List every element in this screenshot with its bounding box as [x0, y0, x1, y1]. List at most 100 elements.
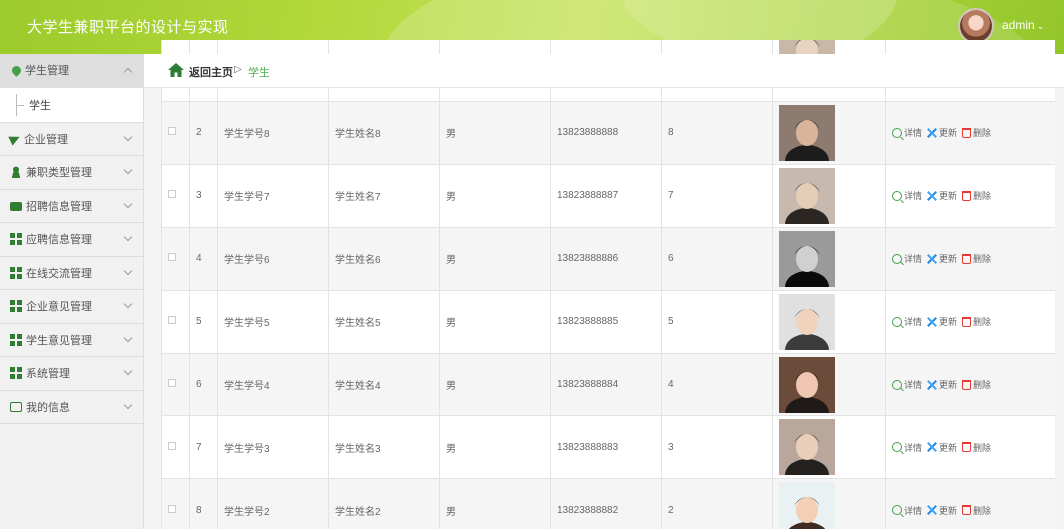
table-row[interactable]: 2 学生学号8 学生姓名8 男 13823888888 8 详情 更新 删除: [161, 101, 1055, 165]
student-photo[interactable]: [779, 419, 835, 476]
sidebar-item-job-type-management[interactable]: 兼职类型管理: [0, 156, 143, 190]
student-extra: 2: [661, 478, 773, 529]
row-checkbox-cell[interactable]: [161, 478, 190, 529]
update-label: 更新: [939, 380, 958, 390]
detail-label: 详情: [904, 505, 923, 516]
table-row[interactable]: 5 学生学号5 学生姓名5 男 13823888885 5 详情 更新 删除: [161, 289, 1055, 354]
student-photo[interactable]: [779, 356, 835, 413]
detail-button[interactable]: 详情: [892, 189, 922, 202]
student-table-container[interactable]: 2 学生学号8 学生姓名8 男 13823888888 8 详情 更新 删除 3 学生学号7…: [161, 40, 1055, 529]
sidebar-item-enterprise-feedback[interactable]: 企业意见管理: [0, 290, 143, 324]
sidebar-item-label: 企业管理: [24, 133, 68, 146]
sidebar-subitem-label: 学生: [29, 99, 51, 112]
update-button[interactable]: 更新: [927, 252, 957, 265]
row-checkbox-cell[interactable]: [161, 289, 190, 354]
student-phone: 13823888883: [550, 415, 662, 480]
sidebar-item-enterprise-management[interactable]: 企业管理: [0, 123, 143, 156]
row-index: 5: [189, 289, 218, 354]
row-checkbox[interactable]: [168, 441, 176, 450]
delete-label: 删除: [973, 191, 992, 202]
detail-button[interactable]: 详情: [892, 378, 922, 391]
delete-button[interactable]: 删除: [962, 189, 991, 202]
home-icon[interactable]: [168, 63, 184, 77]
chevron-down-icon[interactable]: ⌄: [1037, 21, 1045, 31]
table-row[interactable]: 6 学生学号4 学生姓名4 男 13823888884 4 详情 更新 删除: [161, 352, 1055, 417]
sidebar-item-chat-management[interactable]: 在线交流管理: [0, 257, 143, 290]
student-phone: 13823888887: [550, 163, 662, 228]
table-row[interactable]: 3 学生学号7 学生姓名7 男 13823888887 7 详情 更新 删除: [161, 163, 1055, 228]
row-checkbox[interactable]: [168, 127, 176, 136]
table-row[interactable]: 7 学生学号3 学生姓名3 男 13823888883 3 详情 更新 删除: [161, 415, 1055, 480]
update-button[interactable]: 更新: [927, 378, 957, 391]
student-photo[interactable]: [779, 104, 835, 161]
breadcrumb-home-link[interactable]: 返回主页: [189, 64, 233, 80]
sidebar-item-label: 企业意见管理: [26, 301, 92, 314]
location-pin-icon: [10, 63, 23, 77]
student-number: 学生学号4: [217, 352, 329, 417]
row-actions: 详情 更新 删除: [885, 415, 1055, 480]
row-actions: 详情 更新 删除: [885, 163, 1055, 228]
row-checkbox[interactable]: [168, 253, 176, 262]
student-photo-cell: [772, 352, 886, 417]
row-checkbox[interactable]: [168, 504, 176, 513]
chevron-down-icon: [123, 199, 133, 208]
sidebar-item-application-management[interactable]: 应聘信息管理: [0, 223, 143, 257]
sidebar-item-my-info[interactable]: 我的信息: [0, 391, 143, 424]
sidebar-item-system-management[interactable]: 系统管理: [0, 357, 143, 391]
row-checkbox-cell[interactable]: [161, 226, 190, 291]
user-avatar[interactable]: [958, 8, 994, 44]
row-checkbox[interactable]: [168, 190, 176, 199]
sidebar-subitem-student[interactable]: 学生: [0, 87, 143, 123]
chevron-down-icon: [123, 366, 133, 376]
row-checkbox-cell[interactable]: [161, 415, 190, 480]
grid-icon: [10, 333, 22, 346]
user-menu[interactable]: admin ⌄: [1002, 18, 1044, 32]
wrench-icon: [927, 191, 937, 201]
sidebar-item-student-management[interactable]: 学生管理: [0, 54, 143, 88]
student-photo[interactable]: [779, 482, 835, 529]
magnifier-icon: [892, 442, 902, 453]
detail-button[interactable]: 详情: [892, 504, 922, 517]
delete-button[interactable]: 删除: [962, 378, 991, 391]
sidebar-item-student-feedback[interactable]: 学生意见管理: [0, 324, 143, 357]
row-checkbox-cell[interactable]: [161, 101, 190, 165]
student-name: 学生姓名4: [328, 352, 440, 417]
detail-button[interactable]: 详情: [892, 315, 922, 328]
sidebar-item-recruitment-management[interactable]: 招聘信息管理: [0, 190, 143, 223]
update-button[interactable]: 更新: [927, 189, 957, 202]
detail-button[interactable]: 详情: [892, 441, 922, 454]
row-checkbox-cell[interactable]: [161, 163, 190, 228]
table-row[interactable]: 8 学生学号2 学生姓名2 男 13823888882 2 详情 更新 删除: [161, 478, 1055, 529]
detail-button[interactable]: 详情: [892, 126, 922, 139]
student-number: 学生学号3: [217, 415, 329, 480]
student-photo[interactable]: [779, 167, 835, 224]
row-checkbox-cell[interactable]: [161, 352, 190, 417]
delete-label: 删除: [973, 254, 992, 265]
user-name[interactable]: admin: [1002, 18, 1035, 32]
student-name: 学生姓名3: [328, 415, 440, 480]
student-phone: 13823888886: [550, 226, 662, 291]
student-number: 学生学号2: [217, 478, 329, 529]
update-button[interactable]: 更新: [927, 126, 957, 139]
detail-button[interactable]: 详情: [892, 252, 922, 265]
briefcase-icon: [10, 202, 22, 212]
magnifier-icon: [892, 316, 902, 327]
delete-button[interactable]: 删除: [962, 441, 991, 454]
chevron-down-icon: [123, 165, 133, 175]
row-actions: 详情 更新 删除: [885, 226, 1055, 291]
delete-button[interactable]: 删除: [962, 315, 991, 328]
delete-button[interactable]: 删除: [962, 252, 991, 265]
student-photo[interactable]: [779, 230, 835, 287]
update-button[interactable]: 更新: [927, 315, 957, 328]
delete-button[interactable]: 删除: [962, 126, 991, 139]
detail-label: 详情: [904, 191, 923, 202]
row-checkbox[interactable]: [168, 316, 176, 325]
row-checkbox[interactable]: [168, 379, 176, 387]
student-photo[interactable]: [779, 293, 835, 350]
update-button[interactable]: 更新: [927, 504, 957, 517]
user-icon: [10, 166, 22, 179]
table-row[interactable]: 4 学生学号6 学生姓名6 男 13823888886 6 详情 更新 删除: [161, 226, 1055, 291]
detail-label: 详情: [904, 442, 923, 453]
delete-button[interactable]: 删除: [962, 504, 991, 517]
update-button[interactable]: 更新: [927, 441, 957, 454]
